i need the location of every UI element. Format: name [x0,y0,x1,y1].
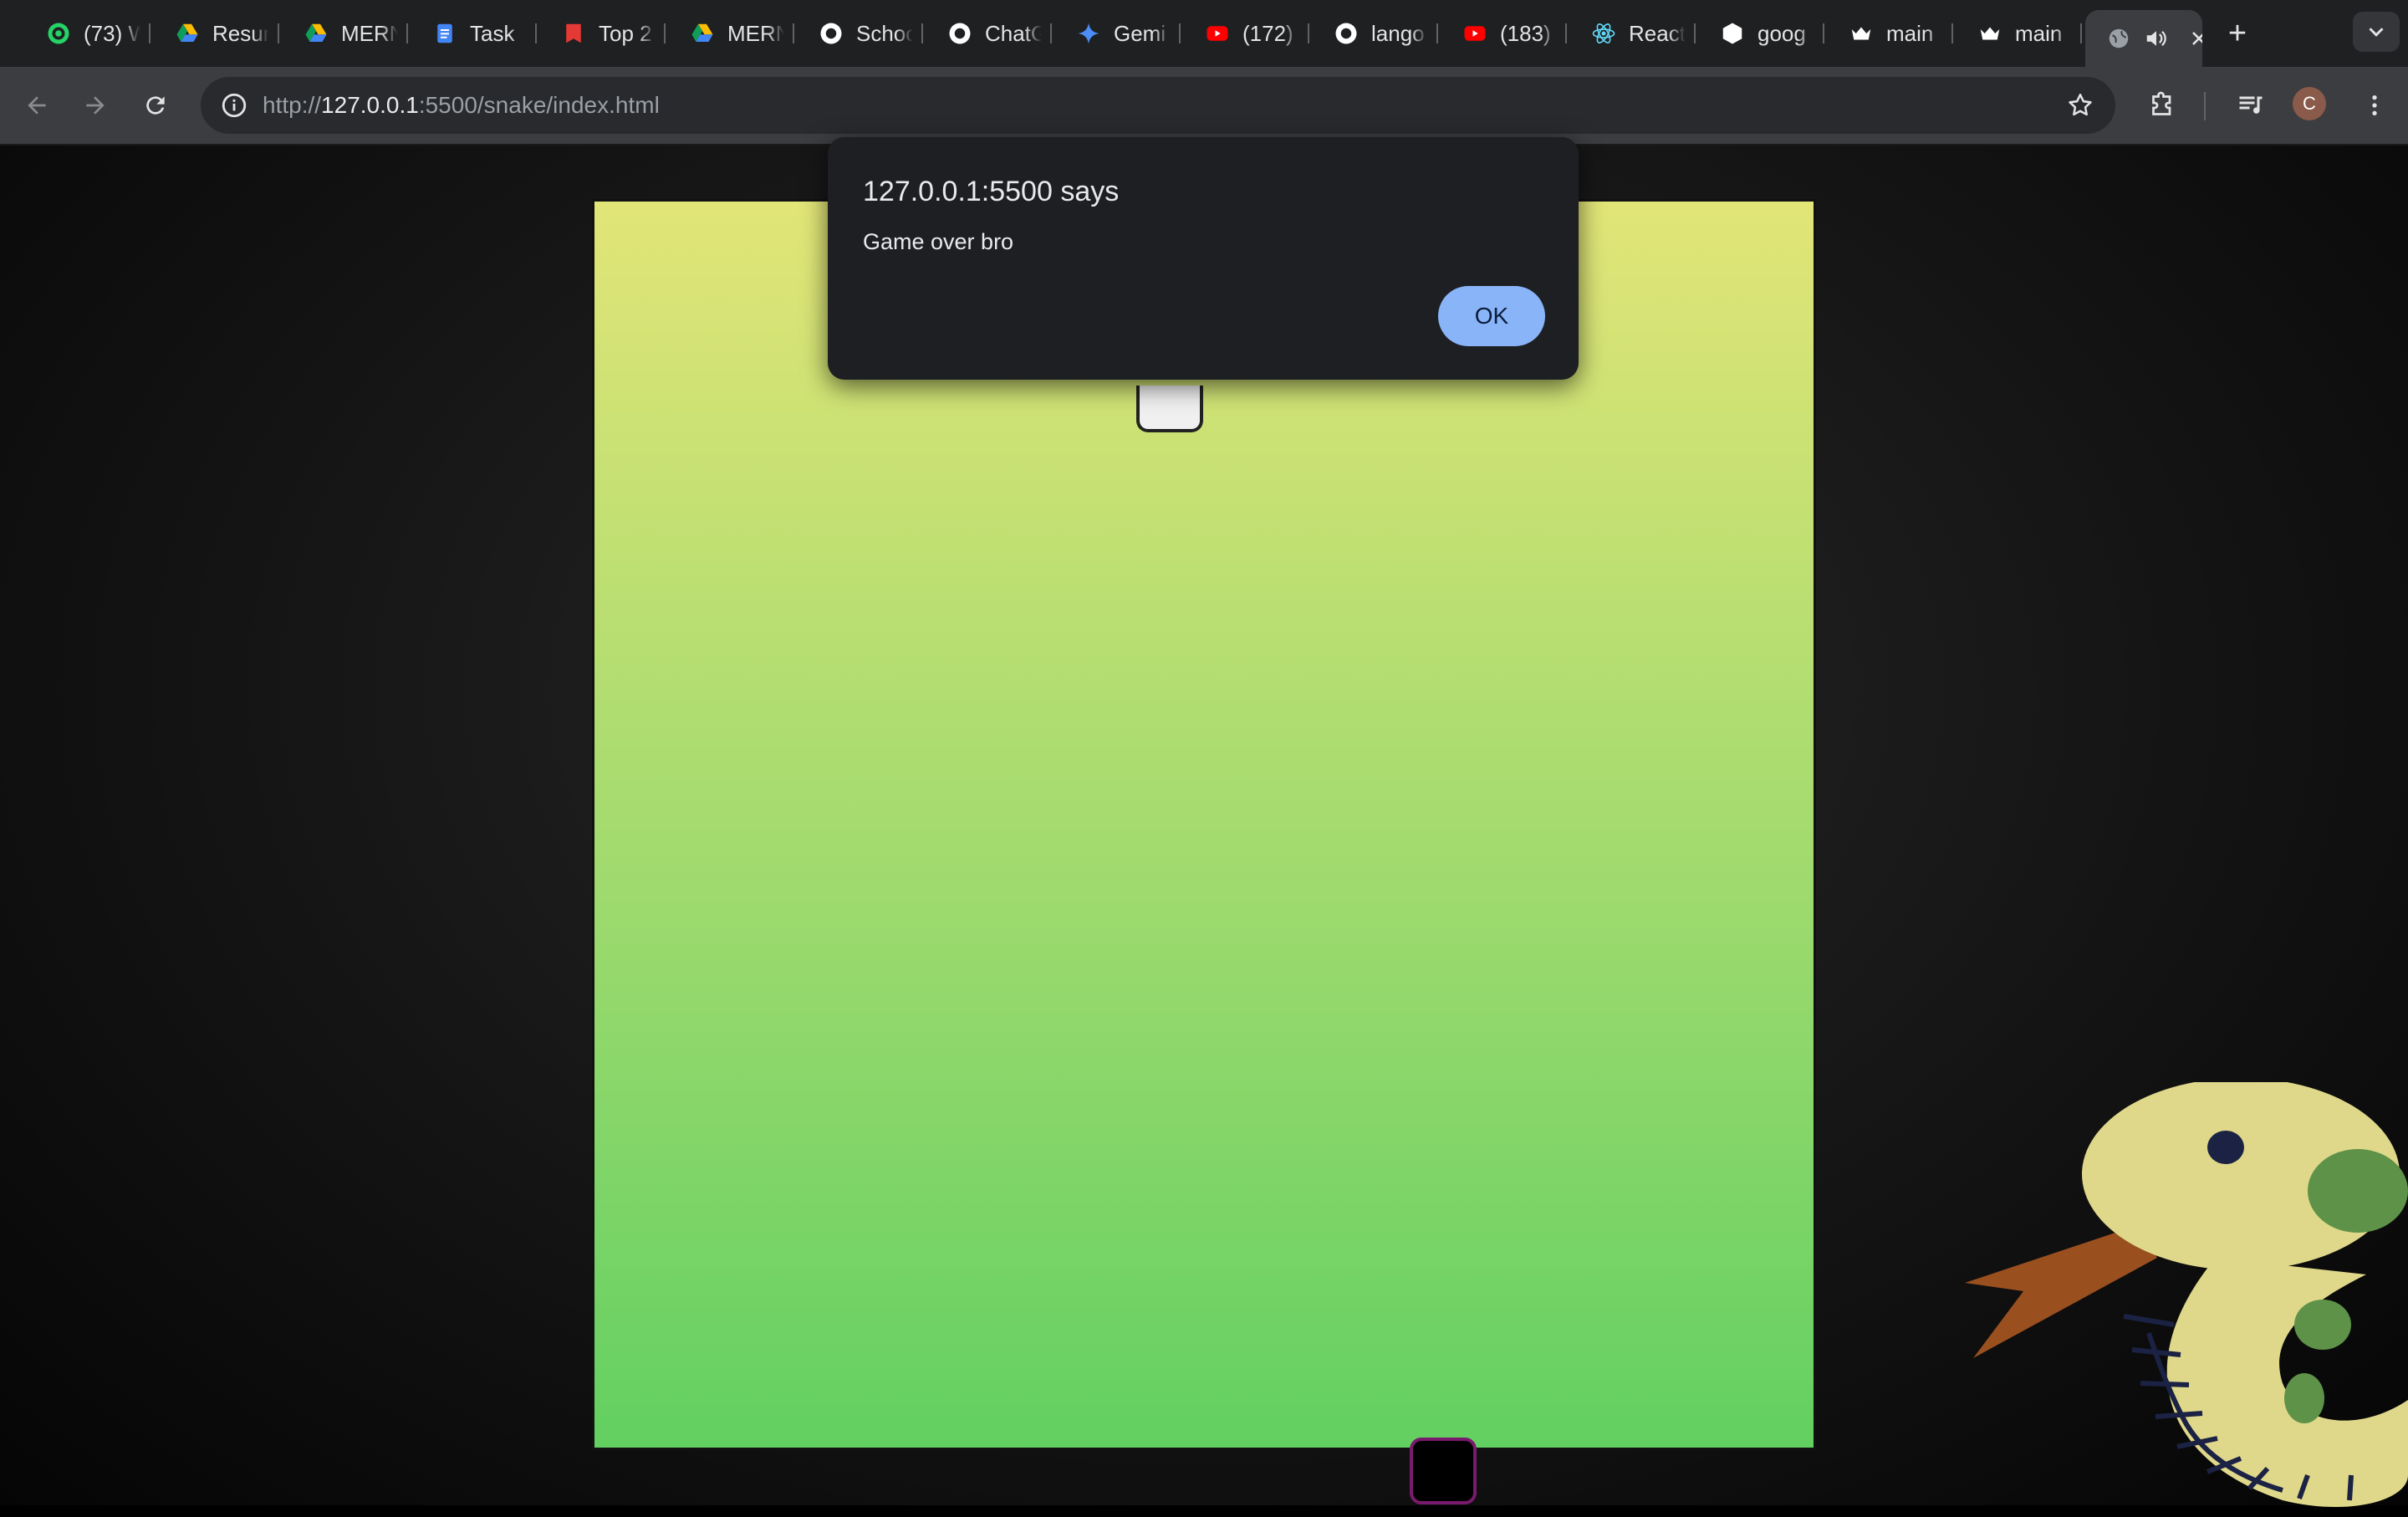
back-arrow-icon [28,96,46,115]
browser-tab[interactable]: Top 2 [540,10,666,57]
tab-title: (183) [1500,20,1551,46]
new-tab-button[interactable]: + [2219,15,2256,52]
extensions-button[interactable] [2142,85,2182,125]
dialog-message: Game over bro [863,229,1014,254]
tab-separator [2080,23,2082,43]
bookmark-star-icon[interactable] [2060,85,2100,125]
speaker-icon[interactable] [2144,26,2169,51]
browser-tab[interactable]: (172) [1184,10,1309,57]
url-text: http://127.0.0.1:5500/snake/index.html [263,92,660,118]
profile-avatar[interactable]: C [2293,87,2326,120]
tab-title: School [856,20,913,46]
browser-tab[interactable]: Gemi [1055,10,1181,57]
gemini-icon [1075,20,1102,47]
browser-tab[interactable]: (183) [1441,10,1567,57]
react-icon [1590,20,1617,47]
browser-tab[interactable]: MERN [283,10,408,57]
tab-separator [278,23,279,43]
tab-title: React [1629,20,1686,46]
tab-title: (73) W [84,20,140,46]
tab-title: main [1886,20,1934,46]
address-bar[interactable]: http://127.0.0.1:5500/snake/index.html [201,77,2115,134]
game-board [592,199,1816,1504]
github-icon [818,20,844,47]
tab-separator [406,23,408,43]
tab-separator [1050,23,1052,43]
puzzle-icon [2152,91,2171,115]
browser-tab[interactable]: React [1570,10,1696,57]
github-icon [1333,20,1360,47]
chrome-menu-button[interactable] [2354,85,2395,125]
browser-tab[interactable]: goog [1699,10,1824,57]
crown-icon [1977,20,2003,47]
tab-separator [664,23,666,43]
tab-title: MERN [341,20,398,46]
tab-separator [1565,23,1567,43]
food-cell [1136,386,1203,432]
alert-dialog: 127.0.0.1:5500 says Game over bro OK [828,137,1579,380]
browser-tab[interactable]: Task [411,10,537,57]
browser-tab[interactable]: MERN [669,10,794,57]
chatgpt-icon [946,20,973,47]
reload-icon [146,96,165,115]
tab-separator [921,23,923,43]
toolbar-divider [2204,92,2206,120]
site-info-icon[interactable] [214,85,254,125]
browser-tab[interactable]: main [1956,10,2082,57]
media-controls-button[interactable] [2231,85,2271,125]
tab-title: ChatG [985,20,1042,46]
browser-tab[interactable]: lango [1313,10,1438,57]
tab-separator [1694,23,1696,43]
tab-separator [535,23,537,43]
tab-title: main [2015,20,2063,46]
youtube-icon [1204,20,1231,47]
tab-title: goog [1758,20,1806,46]
active-browser-tab[interactable] [2085,10,2202,67]
tab-title: lango [1371,20,1425,46]
crown-icon [1848,20,1875,47]
tab-search-button[interactable] [2353,12,2400,52]
chevron-down-icon [2369,28,2384,37]
whatsapp-icon [45,20,72,47]
tab-separator [149,23,150,43]
tab-separator [1823,23,1824,43]
google-drive-icon [303,20,329,47]
tab-title: (172) [1242,20,1293,46]
tab-title: Resume [212,20,269,46]
browser-tab[interactable]: School [798,10,923,57]
tab-title: MERN [727,20,784,46]
snake-head [1410,1438,1477,1504]
bookmark-red-icon [560,20,587,47]
tab-separator [1179,23,1181,43]
google-drive-icon [174,20,201,47]
youtube-icon [1462,20,1488,47]
tab-separator [793,23,794,43]
ok-button[interactable]: OK [1438,286,1545,346]
snake-mascot-illustration [1965,1082,2408,1508]
forward-button[interactable] [75,85,115,125]
dialog-title: 127.0.0.1:5500 says [863,176,1120,207]
forward-arrow-icon [86,96,105,115]
tab-title: Gemi [1114,20,1166,46]
google-drive-icon [689,20,716,47]
google-docs-icon [431,20,458,47]
package-icon [1719,20,1746,47]
globe-icon [2105,25,2132,52]
browser-tab[interactable]: ChatG [926,10,1052,57]
tab-separator [1951,23,1953,43]
close-icon[interactable] [2187,27,2202,50]
back-button[interactable] [17,85,57,125]
browser-tab[interactable]: main [1828,10,1953,57]
reload-button[interactable] [135,85,176,125]
browser-tab[interactable]: (73) W [25,10,150,57]
browser-toolbar: http://127.0.0.1:5500/snake/index.html [0,67,2408,146]
tab-separator [1436,23,1438,43]
more-vert-icon [2372,95,2377,115]
tab-separator [1308,23,1309,43]
browser-tab[interactable]: Resume [154,10,279,57]
tab-title: Top 2 [599,20,652,46]
tab-title: Task [470,20,515,46]
queue-music-icon [2239,96,2263,114]
tab-strip: (73) W Resume MERN Task Top 2 MERN School ChatG… [0,0,2408,67]
